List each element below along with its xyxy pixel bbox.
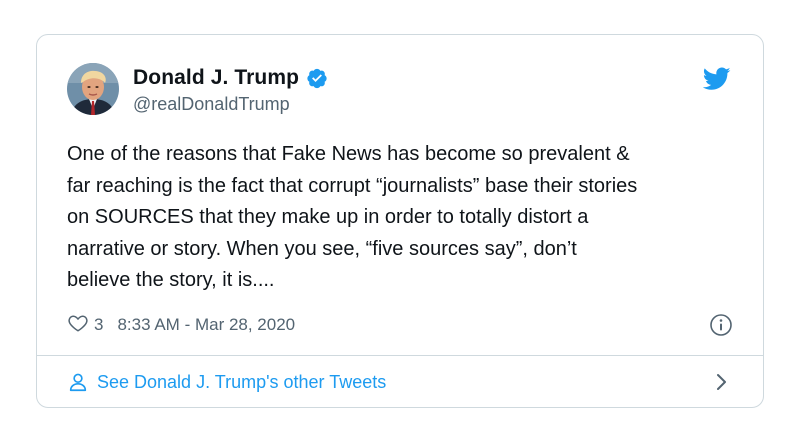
verified-badge-icon xyxy=(306,67,328,89)
tweet-meta: 3 8:33 AM - Mar 28, 2020 xyxy=(67,312,733,338)
tweet-card: Donald J. Trump @realDonaldTrump One of … xyxy=(36,34,764,408)
display-name-row: Donald J. Trump xyxy=(133,65,328,91)
like-button[interactable]: 3 xyxy=(67,312,103,339)
see-other-tweets-label: See Donald J. Trump's other Tweets xyxy=(97,371,387,392)
heart-icon xyxy=(67,312,89,339)
author-names: Donald J. Trump @realDonaldTrump xyxy=(133,65,328,115)
twitter-bird-icon[interactable] xyxy=(702,67,731,91)
display-name[interactable]: Donald J. Trump xyxy=(133,66,299,90)
tweet-text: One of the reasons that Fake News has be… xyxy=(67,143,638,291)
person-icon xyxy=(67,371,89,393)
avatar-photo-icon xyxy=(67,63,119,115)
avatar[interactable] xyxy=(67,63,119,115)
chevron-right-icon[interactable] xyxy=(711,371,731,393)
like-count: 3 xyxy=(94,315,104,334)
tweet-timestamp[interactable]: 8:33 AM - Mar 28, 2020 xyxy=(117,315,295,335)
author-handle[interactable]: @realDonaldTrump xyxy=(133,94,328,115)
tweet-header: Donald J. Trump @realDonaldTrump xyxy=(67,61,733,117)
info-icon[interactable] xyxy=(709,313,733,337)
see-other-tweets-link[interactable]: See Donald J. Trump's other Tweets xyxy=(67,356,733,407)
